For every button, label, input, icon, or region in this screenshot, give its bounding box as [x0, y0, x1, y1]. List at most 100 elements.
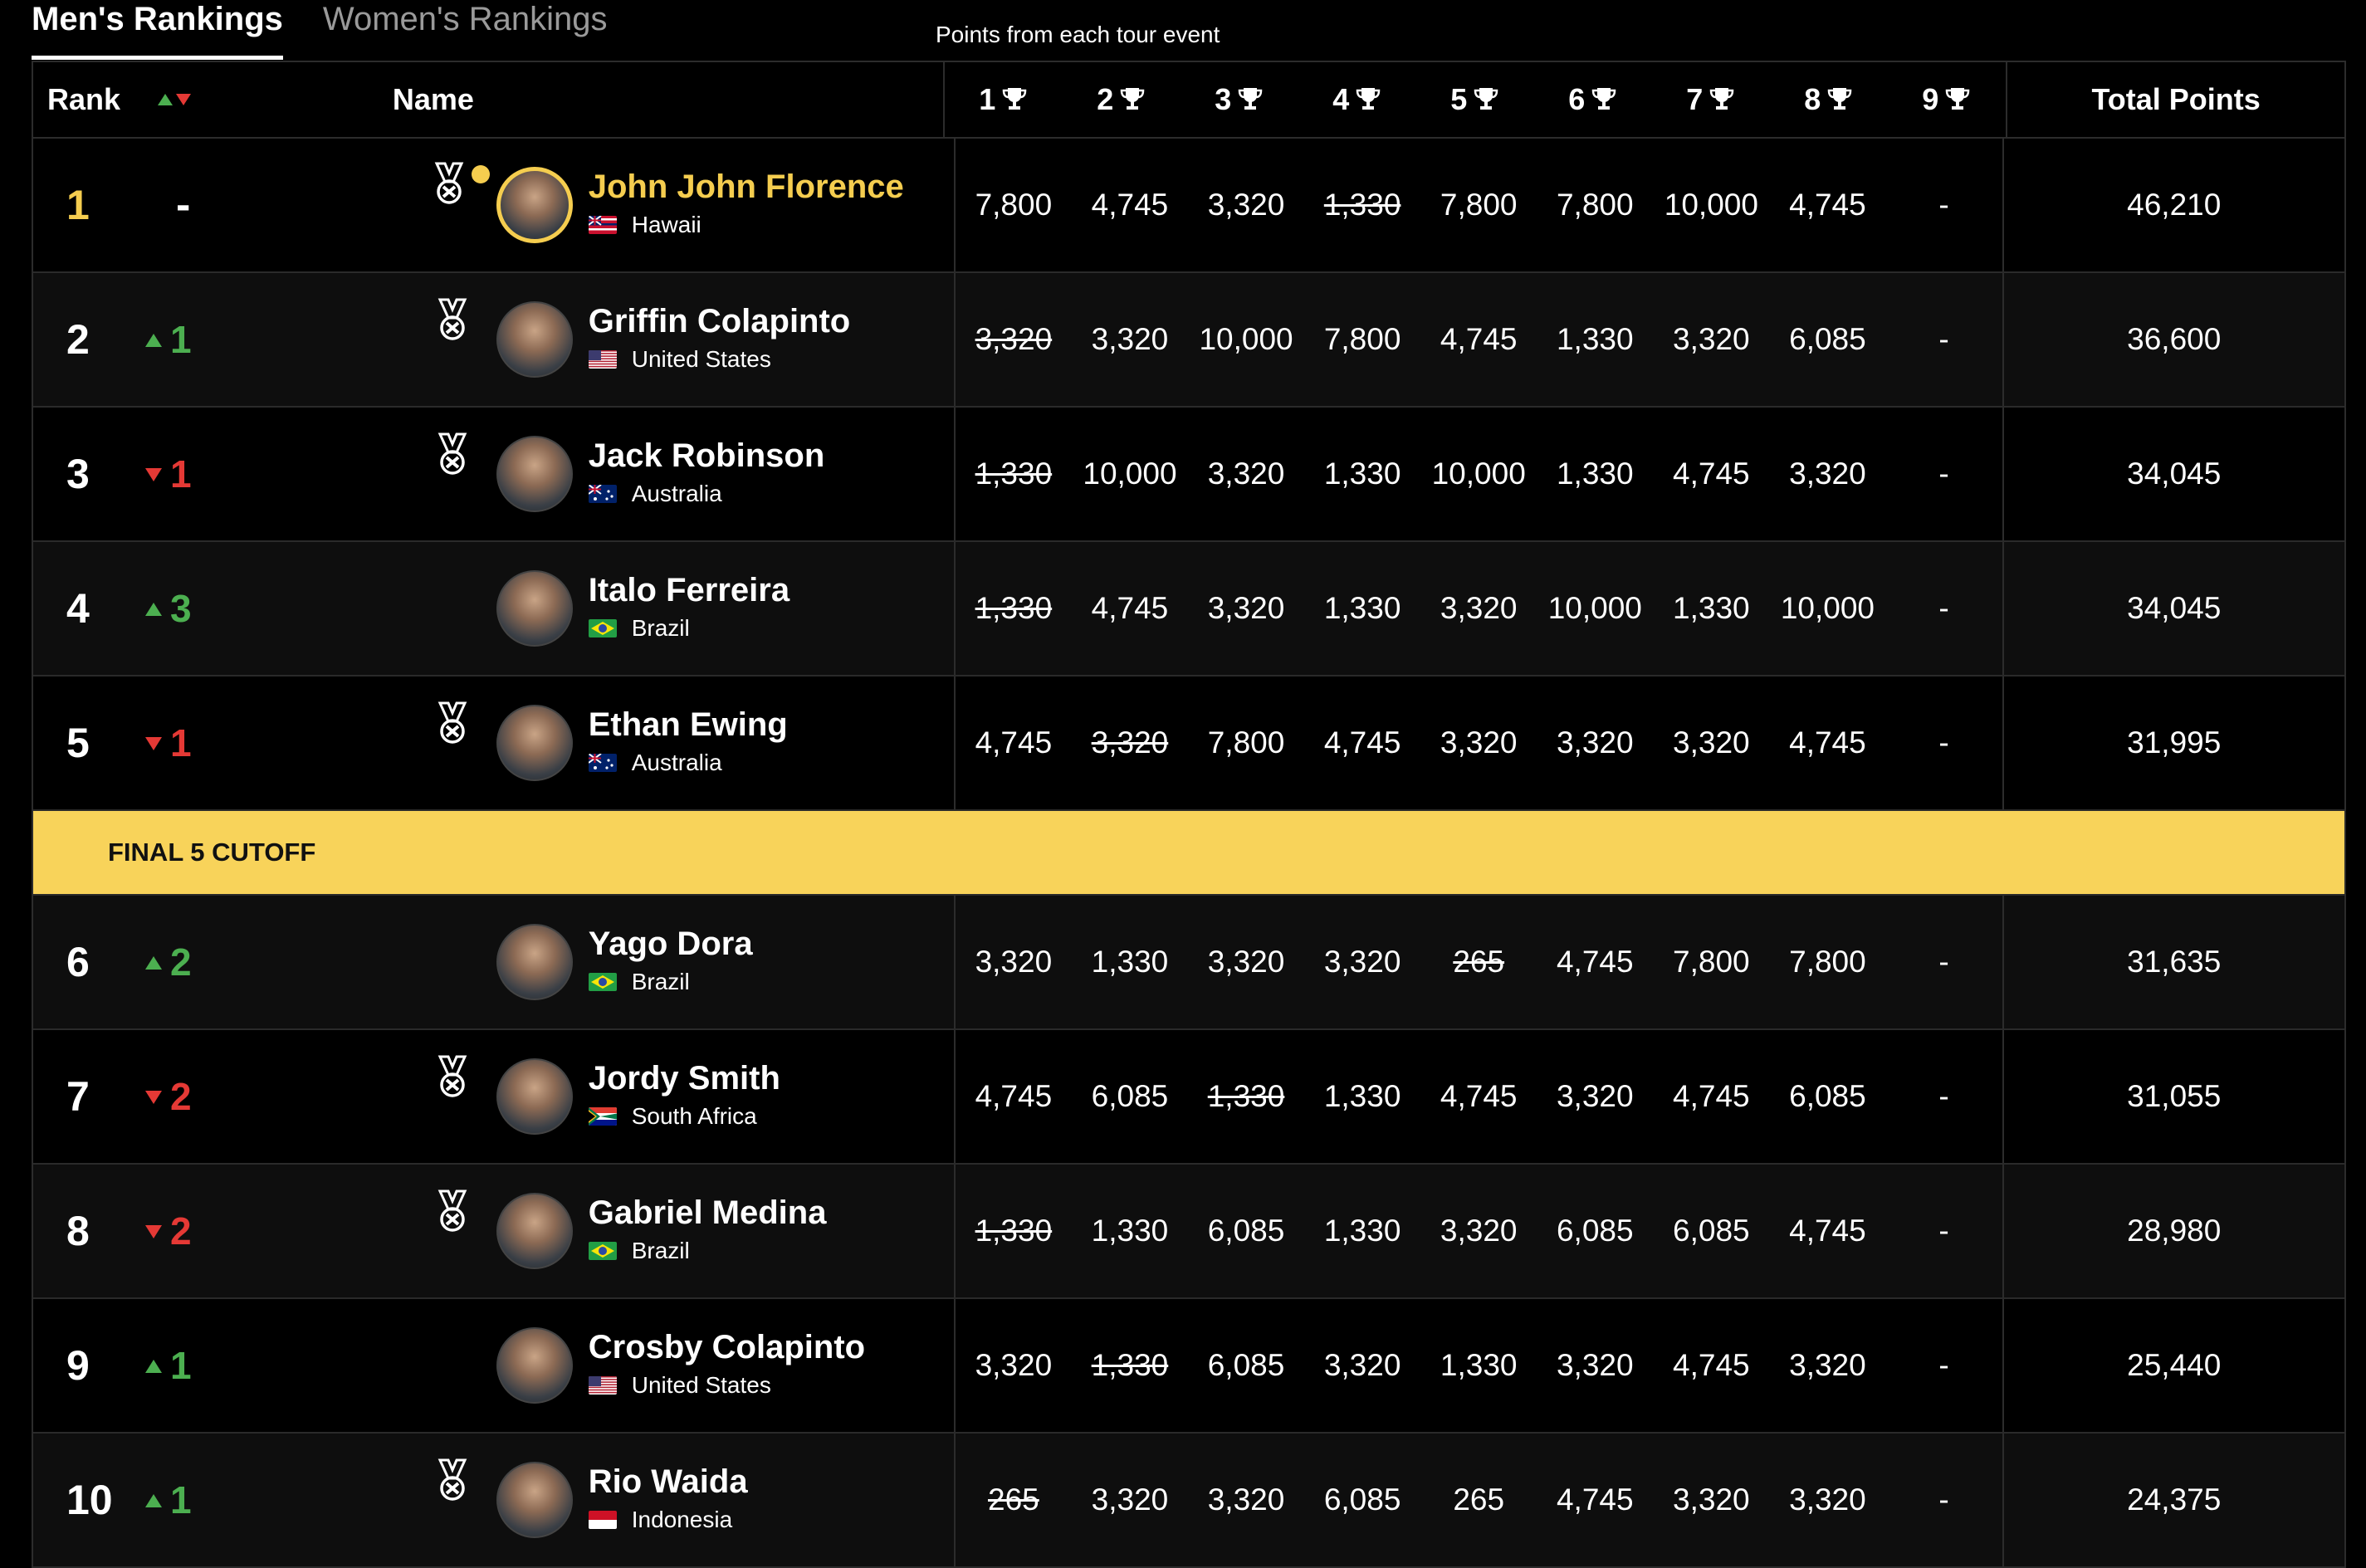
event-points: 6,085 [1207, 1214, 1285, 1248]
surfer-country: Brazil [588, 615, 690, 642]
up-arrow-icon [145, 956, 162, 970]
surfer-cell[interactable]: Gabriel Medina Brazil [171, 1165, 956, 1297]
surfer-name[interactable]: John John Florence [589, 169, 904, 206]
event-points: 6,085 [1556, 1214, 1634, 1248]
rank-number: 6 [66, 939, 90, 985]
surfer-name[interactable]: Yago Dora [589, 926, 753, 963]
avatar [496, 570, 573, 647]
table-row[interactable]: 4 3 Italo Ferreira Brazil 1,330 4,745 3,320 1,3… [33, 542, 2344, 677]
event-points: 7,800 [1207, 725, 1285, 760]
event-points: 4,745 [1556, 945, 1634, 979]
surfer-name[interactable]: Italo Ferreira [589, 572, 789, 609]
rank-header[interactable]: Rank [33, 62, 191, 137]
surfer-cell[interactable]: Italo Ferreira Brazil [171, 542, 956, 675]
surfer-cell[interactable]: Yago Dora Brazil [171, 896, 956, 1028]
event-points: 4,745 [1673, 1348, 1750, 1382]
event-points: 4,745 [1091, 188, 1169, 222]
event-points: 3,320 [1440, 1214, 1518, 1248]
surfer-country: United States [588, 346, 771, 373]
surfer-cell[interactable]: Jordy Smith South Africa [171, 1030, 956, 1163]
table-row[interactable]: 9 1 Crosby Colapinto United States 3,320 1,33… [33, 1299, 2344, 1434]
table-row[interactable]: 7 2 Jordy Smith South Africa 4,745 6,085 1,330… [33, 1030, 2344, 1165]
event-points: 6,085 [1091, 1079, 1169, 1113]
event-points: 4,745 [975, 725, 1053, 760]
avatar [496, 924, 573, 1000]
event-points: 3,320 [1207, 188, 1285, 222]
event-points: 3,320 [1556, 1348, 1634, 1382]
event-points: 7,800 [975, 188, 1053, 222]
surfer-country: Brazil [588, 1238, 690, 1264]
surfer-cell[interactable]: Ethan Ewing Australia [171, 677, 956, 809]
table-row[interactable]: 5 1 Ethan Ewing Australia 4,745 3,320 7,800 4,7… [33, 677, 2344, 811]
table-row[interactable]: 1- John John Florence Hawaii 7,800 4,745 3,32… [33, 139, 2344, 273]
medal-icon [438, 432, 467, 475]
table-row[interactable]: 10 1 Rio Waida Indonesia 265 3,320 3,320 6,085 2… [33, 1434, 2344, 1568]
rank-cell: 62 [33, 896, 192, 1028]
event-points: 6,085 [1323, 1483, 1401, 1517]
rank-cell: 10 1 [33, 1434, 192, 1566]
event-points: - [1938, 188, 1949, 222]
event-points: 3,320 [1673, 322, 1750, 356]
rank-number: 7 [66, 1073, 90, 1120]
event-header-3: 3 [1181, 62, 1298, 137]
event-header-1: 1 [945, 62, 1063, 137]
surfer-country: United States [588, 1372, 771, 1399]
medal-icon [438, 298, 467, 340]
event-points: 265 [988, 1483, 1039, 1517]
rank-cell: 21 [33, 273, 192, 406]
table-row[interactable]: 6 2 Yago Dora Brazil 3,320 1,330 3,320 3,320 265… [33, 896, 2344, 1030]
event-points: 3,320 [1673, 725, 1750, 760]
surfer-country: Brazil [588, 969, 690, 995]
event-points: 1,330 [1323, 591, 1401, 625]
au-flag-icon [588, 485, 617, 503]
event-points: 1,330 [1673, 591, 1750, 625]
medal-icon [438, 1458, 467, 1501]
surfer-cell[interactable]: Jack Robinson Australia [171, 408, 956, 540]
event-points: 3,320 [1091, 725, 1169, 760]
event-points: - [1938, 1483, 1949, 1517]
tab-womens-rankings[interactable]: Women's Rankings [323, 0, 608, 63]
event-points: 4,745 [1789, 1214, 1866, 1248]
event-points: 1,330 [975, 1214, 1053, 1248]
rank-number: 4 [66, 585, 90, 632]
tab-mens-rankings[interactable]: Men's Rankings [32, 0, 283, 63]
surfer-name[interactable]: Ethan Ewing [589, 706, 788, 744]
surfer-country: Hawaii [588, 212, 701, 238]
us-flag-icon [588, 1376, 617, 1395]
total-points: 31,995 [2002, 677, 2344, 809]
surfer-name[interactable]: Jordy Smith [589, 1060, 780, 1097]
surfer-cell[interactable]: Griffin Colapinto United States [171, 273, 956, 406]
surfer-cell[interactable]: John John Florence Hawaii [171, 139, 956, 271]
event-points: 3,320 [1673, 1483, 1750, 1517]
surfer-country: South Africa [588, 1103, 757, 1130]
table-row[interactable]: 3 1 Jack Robinson Australia 1,330 10,000 3,320… [33, 408, 2344, 542]
final-5-cutoff-banner: FINAL 5 CUTOFF [33, 811, 2344, 896]
surfer-name[interactable]: Gabriel Medina [589, 1194, 827, 1232]
event-points: 1,330 [1556, 322, 1634, 356]
table-row[interactable]: 2 1 Griffin Colapinto United States 3,320 3,3… [33, 273, 2344, 408]
rank-cell: 31 [33, 408, 192, 540]
event-points: 4,745 [1323, 725, 1401, 760]
surfer-name[interactable]: Griffin Colapinto [589, 303, 851, 340]
surfer-name[interactable]: Crosby Colapinto [589, 1329, 865, 1366]
down-arrow-icon [145, 737, 162, 750]
trophy-icon [1474, 88, 1498, 110]
event-points: 3,320 [1207, 945, 1285, 979]
event-points: 4,745 [1789, 725, 1866, 760]
up-arrow-icon [145, 603, 162, 616]
table-row[interactable]: 8 2 Gabriel Medina Brazil 1,330 1,330 6,085 1,3… [33, 1165, 2344, 1299]
surfer-cell[interactable]: Rio Waida Indonesia [171, 1434, 956, 1566]
us-flag-icon [588, 350, 617, 369]
event-number: 1 [979, 82, 996, 116]
event-header-5: 5 [1416, 62, 1534, 137]
surfer-cell[interactable]: Crosby Colapinto United States [171, 1299, 956, 1432]
event-points: 6,085 [1207, 1348, 1285, 1382]
event-points: 6,085 [1789, 1079, 1866, 1113]
event-points: 1,330 [975, 591, 1053, 625]
medal-icon [434, 162, 464, 204]
down-arrow-icon [145, 1091, 162, 1104]
surfer-name[interactable]: Rio Waida [589, 1463, 748, 1501]
surfer-name[interactable]: Jack Robinson [589, 437, 825, 475]
table-header: Rank Name 1 2 3 4 5 6 7 8 9 Total Points [33, 62, 2344, 139]
surfer-country: Indonesia [588, 1507, 732, 1533]
